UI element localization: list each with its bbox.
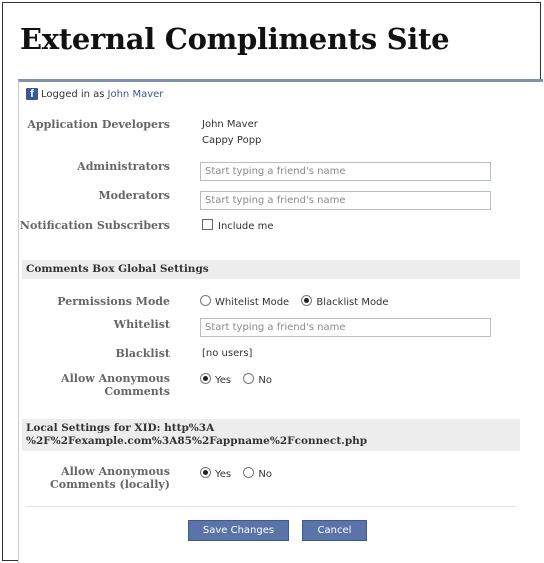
include-me-label: Include me — [218, 221, 274, 232]
anonymous-comments-label-line2: Comments — [104, 385, 170, 398]
anon-yes-label: Yes — [215, 375, 232, 386]
anonymous-comments-label-line1: Allow Anonymous — [61, 372, 170, 385]
save-changes-button[interactable]: Save Changes — [188, 520, 289, 541]
anon-yes-option[interactable]: Yes — [200, 373, 231, 388]
anonymous-comments-options: Yes No — [200, 373, 281, 388]
whitelist-label: Whitelist — [113, 318, 170, 331]
login-prefix: Logged in as — [41, 88, 105, 100]
local-anonymous-options: Yes No — [200, 467, 281, 482]
blacklist-value: [no users] — [202, 348, 253, 359]
whitelist-mode-radio[interactable] — [200, 295, 211, 306]
local-settings-header: Local Settings for XID: http%3A %2F%2Fex… — [22, 419, 520, 451]
blacklist-mode-radio[interactable] — [301, 295, 313, 306]
local-anon-yes-radio[interactable] — [200, 467, 211, 478]
whitelist-input[interactable] — [200, 318, 491, 337]
facebook-icon: f — [26, 88, 38, 100]
administrators-label: Administrators — [77, 160, 170, 173]
divider — [26, 506, 516, 507]
permissions-mode-label: Permissions Mode — [57, 295, 170, 308]
global-settings-header: Comments Box Global Settings — [22, 260, 520, 279]
blacklist-label: Blacklist — [115, 347, 170, 360]
local-anonymous-label-line1: Allow Anonymous — [61, 465, 170, 478]
local-anon-no-label: No — [258, 469, 272, 480]
local-anon-yes-label: Yes — [215, 469, 232, 480]
page-title: External Compliments Site — [20, 22, 450, 56]
subscribers-label: Notification Subscribers — [19, 219, 170, 232]
developers-label: Application Developers — [27, 118, 170, 131]
anon-yes-radio[interactable] — [200, 373, 211, 384]
permissions-mode-options: Whitelist Mode Blacklist Mode — [200, 295, 398, 310]
anon-no-option[interactable]: No — [243, 373, 272, 388]
anon-no-radio[interactable] — [243, 373, 255, 384]
include-me-checkbox[interactable] — [202, 219, 213, 230]
moderators-label: Moderators — [98, 189, 170, 202]
local-anon-no-option[interactable]: No — [243, 467, 272, 482]
whitelist-mode-label: Whitelist Mode — [215, 297, 290, 308]
login-user-link[interactable]: John Maver — [108, 89, 164, 100]
local-anon-yes-option[interactable]: Yes — [200, 467, 231, 482]
login-status: f Logged in as John Maver — [26, 88, 163, 100]
developer-name: John Maver — [202, 119, 258, 130]
local-settings-title-line1: Local Settings for XID: http%3A — [26, 422, 215, 434]
administrators-input[interactable] — [200, 162, 491, 181]
cancel-button[interactable]: Cancel — [302, 520, 367, 541]
local-anon-no-radio[interactable] — [243, 467, 255, 478]
blacklist-mode-label: Blacklist Mode — [316, 297, 389, 308]
anon-no-label: No — [258, 375, 272, 386]
developer-name: Cappy Popp — [202, 135, 262, 146]
moderators-input[interactable] — [200, 191, 491, 210]
local-settings-title-line2: %2F%2Fexample.com%3A85%2Fappname%2Fconne… — [26, 435, 368, 447]
blacklist-mode-option[interactable]: Blacklist Mode — [301, 295, 389, 310]
whitelist-mode-option[interactable]: Whitelist Mode — [200, 295, 289, 310]
local-anonymous-label-line2: Comments (locally) — [50, 478, 170, 491]
include-me-option[interactable]: Include me — [202, 219, 273, 234]
